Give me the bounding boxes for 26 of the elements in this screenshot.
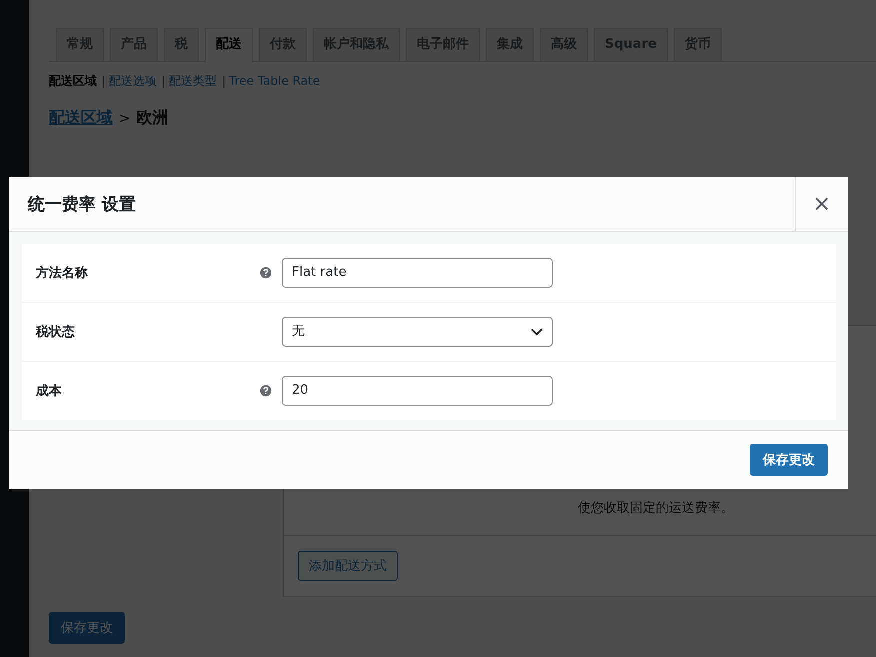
separator: | (222, 74, 226, 88)
text-field[interactable]: 20 (282, 376, 553, 406)
breadcrumb-separator: > (119, 110, 131, 126)
separator: | (162, 74, 166, 88)
field-label: 税状态 (36, 324, 76, 341)
chevron-down-icon (531, 328, 543, 336)
subnav-link[interactable]: 配送类型 (169, 72, 218, 90)
settings-tab[interactable]: 配送 (205, 28, 253, 63)
save-changes-button[interactable]: 保存更改 (750, 444, 828, 476)
field-label: 方法名称 (36, 264, 89, 282)
select-dropdown[interactable]: 无 (282, 317, 553, 347)
help-icon[interactable] (260, 267, 272, 279)
modal-title: 统一费率 设置 (26, 194, 137, 216)
field-label: 成本 (36, 383, 63, 400)
method-description: 使您收取固定的运送费率。 (578, 500, 734, 517)
help-icon[interactable] (260, 385, 272, 397)
text-field[interactable]: Flat rate (282, 258, 553, 288)
save-changes-button[interactable]: 保存更改 (49, 612, 125, 644)
add-shipping-method-button[interactable]: 添加配送方式 (298, 551, 398, 581)
separator: | (102, 74, 106, 88)
breadcrumb-link[interactable]: 配送区域 (49, 108, 113, 129)
subnav-link[interactable]: 配送选项 (109, 72, 158, 90)
breadcrumb-current: 欧洲 (136, 108, 169, 129)
subnav-link[interactable]: 配送区域 (49, 72, 97, 90)
close-button[interactable]: × (795, 177, 848, 231)
subnav-link[interactable]: Tree Table Rate (229, 74, 320, 88)
